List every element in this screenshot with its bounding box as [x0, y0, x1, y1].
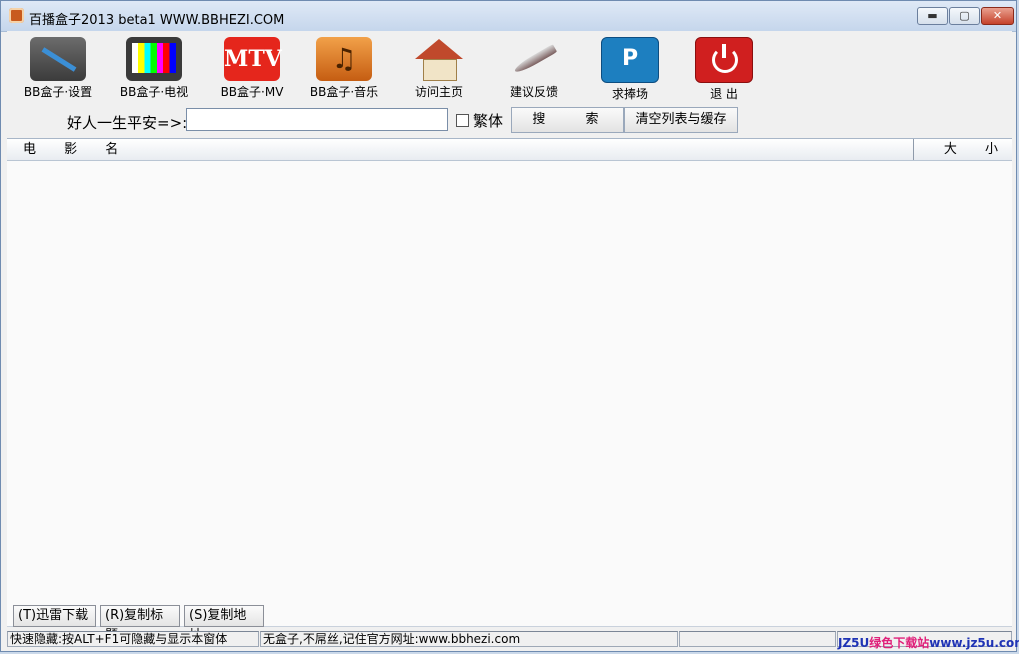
copy-address-button[interactable]: (S)复制地址 — [184, 605, 264, 643]
thunder-download-button[interactable]: (T)迅雷下载 — [13, 605, 96, 627]
tools-icon — [30, 37, 86, 81]
music-note-icon: ♫ — [316, 37, 372, 81]
homepage-tool-button[interactable]: 访问主页 — [404, 37, 474, 100]
status-panel-3 — [679, 631, 836, 647]
homepage-tool-label: 访问主页 — [414, 85, 463, 99]
window-title: 百播盒子2013 beta1 WWW.BBHEZI.COM — [29, 13, 285, 28]
column-header-movie-name[interactable]: 电 影 名 — [7, 139, 914, 160]
exit-tool-button[interactable]: 退 出 — [691, 37, 757, 102]
traditional-checkbox[interactable] — [456, 114, 469, 127]
feedback-tool-label: 建议反馈 — [509, 85, 558, 99]
mtv-icon: MTV — [224, 37, 282, 81]
watermark-url: www.jz5u.com — [929, 636, 1019, 650]
column-header-size[interactable]: 大 小 — [914, 139, 1012, 160]
app-icon[interactable] — [9, 8, 24, 23]
search-label: 好人一生平安=>: — [67, 114, 188, 132]
search-button[interactable]: 搜 索 — [511, 107, 624, 133]
tv-icon — [126, 37, 182, 81]
watermark-green: 绿色下载站 — [869, 636, 930, 650]
list-header: 电 影 名 大 小 — [7, 139, 1012, 161]
home-icon — [411, 37, 467, 81]
music-tool-button[interactable]: ♫ BB盒子·音乐 — [305, 37, 383, 100]
feedback-tool-button[interactable]: 建议反馈 — [499, 37, 569, 100]
watermark: JZ5U绿色下载站www.jz5u.com — [838, 634, 1019, 651]
settings-tool-button[interactable]: BB盒子·设置 — [21, 37, 95, 100]
movie-list[interactable]: 电 影 名 大 小 — [7, 138, 1012, 627]
rocket-icon — [506, 37, 562, 81]
exit-tool-label: 退 出 — [710, 87, 738, 101]
power-icon — [695, 37, 753, 83]
search-input[interactable] — [186, 108, 448, 131]
close-button[interactable]: ✕ — [981, 7, 1014, 25]
support-tool-label: 求捧场 — [611, 87, 648, 101]
music-tool-label: BB盒子·音乐 — [309, 85, 379, 99]
mv-tool-button[interactable]: MTV BB盒子·MV — [215, 37, 289, 100]
status-hint: 快速隐藏:按ALT+F1可隐藏与显示本窗体 — [7, 631, 259, 647]
clear-cache-button[interactable]: 清空列表与缓存 — [624, 107, 738, 133]
main-window: 百播盒子2013 beta1 WWW.BBHEZI.COM ▬ ▢ ✕ BB盒子… — [0, 0, 1017, 652]
copy-title-button[interactable]: (R)复制标题 — [100, 605, 180, 643]
support-tool-button[interactable]: P 求捧场 — [595, 37, 665, 102]
maximize-button[interactable]: ▢ — [949, 7, 980, 25]
mv-tool-label: BB盒子·MV — [220, 85, 284, 99]
title-bar[interactable]: 百播盒子2013 beta1 WWW.BBHEZI.COM ▬ ▢ ✕ — [1, 1, 1016, 32]
minimize-button[interactable]: ▬ — [917, 7, 948, 25]
client-area: BB盒子·设置 BB盒子·电视 MTV BB盒子·MV ♫ BB盒子·音乐 访问… — [7, 31, 1012, 647]
watermark-prefix: JZ5U — [838, 636, 870, 650]
settings-tool-label: BB盒子·设置 — [23, 85, 93, 99]
tv-tool-label: BB盒子·电视 — [119, 85, 189, 99]
pp-icon: P — [601, 37, 659, 83]
traditional-checkbox-label[interactable]: 繁体 — [473, 110, 503, 131]
status-message: 无盒子,不屌丝,记住官方网址:www.bbhezi.com — [260, 631, 678, 647]
tv-tool-button[interactable]: BB盒子·电视 — [115, 37, 193, 100]
